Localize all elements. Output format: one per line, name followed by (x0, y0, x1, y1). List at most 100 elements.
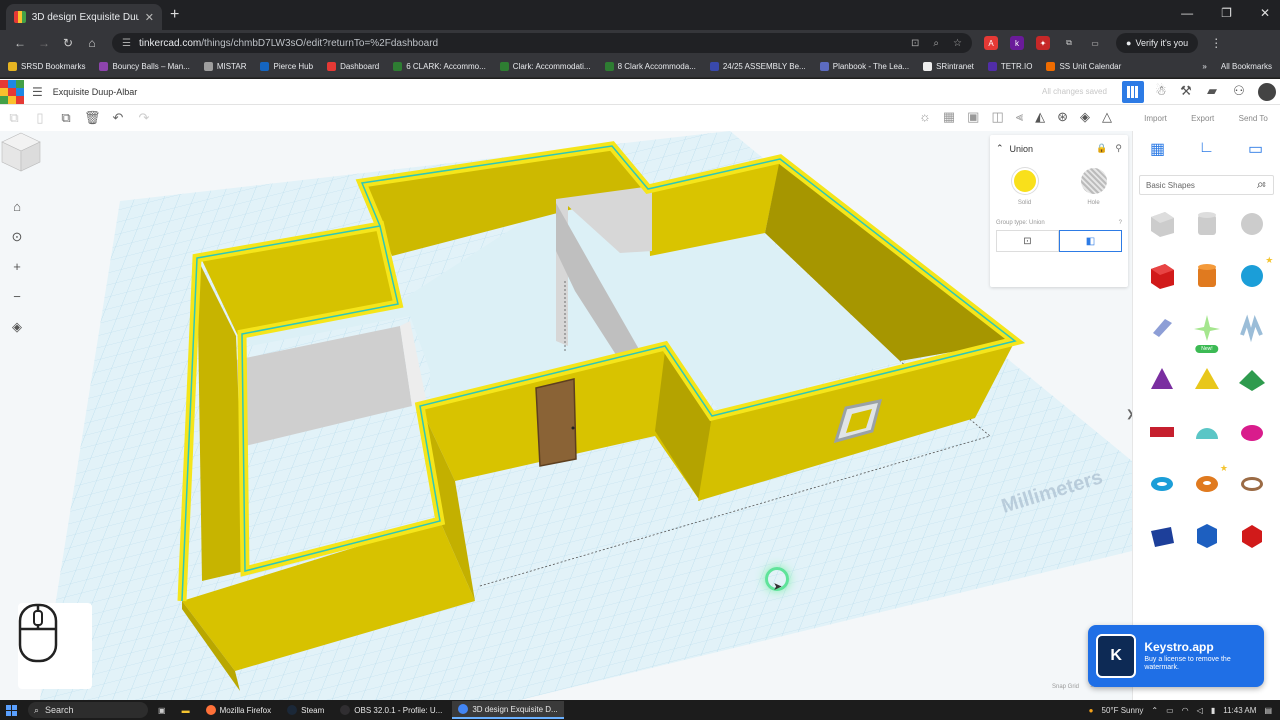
mirror-icon[interactable]: ◭ (1035, 109, 1045, 125)
shape-paraboloid[interactable] (1237, 417, 1267, 447)
tinkercad-logo[interactable] (0, 79, 24, 104)
home-view-icon[interactable]: ⌂ (8, 199, 26, 215)
send-to-button[interactable]: Send To (1239, 114, 1268, 123)
zoom-out-icon[interactable]: − (8, 289, 26, 305)
taskbar-app[interactable]: 3D design Exquisite D... (452, 701, 564, 719)
bookmarks-chevron-icon[interactable]: » (1202, 62, 1206, 71)
all-bookmarks-folder[interactable]: All Bookmarks (1221, 62, 1272, 71)
copy-icon[interactable]: ⧉ (6, 110, 22, 126)
bookmark-item[interactable]: Dashboard (327, 62, 379, 71)
weather-text[interactable]: 50°F Sunny (1102, 706, 1144, 715)
hole-option[interactable]: Hole (1080, 168, 1107, 206)
extensions-puzzle-icon[interactable]: ⧉ (1062, 36, 1076, 50)
extension-abp-icon[interactable]: A (984, 36, 998, 50)
group-type-merge-button[interactable]: ⊡ (996, 230, 1059, 252)
design-menu-icon[interactable]: ☰ (32, 85, 43, 99)
cast-icon[interactable]: ▭ (1088, 36, 1102, 50)
shape-text[interactable] (1237, 313, 1267, 343)
keystro-watermark[interactable]: K Keystro.app Buy a license to remove th… (1088, 625, 1264, 687)
shape-new[interactable]: New! (1192, 313, 1222, 353)
shape-torus[interactable] (1147, 469, 1177, 499)
view-cube[interactable] (0, 131, 42, 173)
zoom-icon[interactable]: ⌕ (933, 38, 939, 49)
shape-icosahedron[interactable] (1237, 521, 1267, 551)
site-info-icon[interactable]: ☰ (122, 38, 131, 49)
network-icon[interactable]: ▭ (1166, 706, 1174, 715)
export-button[interactable]: Export (1191, 114, 1214, 123)
shape-wedge[interactable] (1147, 521, 1177, 551)
close-window-icon[interactable]: ✕ (1260, 6, 1270, 20)
blocks-icon[interactable]: ⚒ (1177, 83, 1195, 101)
shape-box[interactable] (1147, 261, 1177, 291)
zoom-in-icon[interactable]: + (8, 259, 26, 275)
import-button[interactable]: Import (1144, 114, 1167, 123)
battery-icon[interactable]: ▮ (1211, 706, 1215, 715)
forward-icon[interactable]: → (32, 36, 56, 50)
collapse-chevron-icon[interactable]: ⌃ (996, 143, 1004, 154)
align-icon[interactable]: ⫷ (1016, 109, 1023, 125)
shape-cone[interactable] (1147, 365, 1177, 395)
shape-category-select[interactable]: Basic Shapes ⇕ (1139, 175, 1274, 195)
shape-sphere-hole[interactable] (1237, 209, 1267, 239)
duplicate-icon[interactable]: ⧉ (58, 110, 74, 126)
hole-swatch[interactable] (1080, 168, 1107, 194)
wifi-icon[interactable]: ◠ (1182, 706, 1189, 715)
bookmark-item[interactable]: 6 CLARK: Accommo... (393, 62, 486, 71)
fit-view-icon[interactable]: ⊙ (8, 229, 26, 245)
taskbar-search[interactable]: ⌕ Search (28, 702, 148, 718)
paint-icon[interactable]: ◈ (1080, 109, 1090, 125)
workplane-viewport[interactable]: ⌂ ⊙ + − ◈ ⌃ Union 🔒 ⚲ Solid Hole Group t… (0, 131, 1132, 700)
cruise-icon[interactable]: ⊛ (1057, 109, 1068, 125)
bookmark-item[interactable]: SRSD Bookmarks (8, 62, 85, 71)
file-explorer-icon[interactable]: ▬ (176, 701, 196, 719)
undo-icon[interactable]: ↶ (110, 110, 126, 126)
notes-icon[interactable]: ▭ (1245, 139, 1267, 161)
clock[interactable]: 11:43 AM (1223, 706, 1256, 715)
shape-pyramid[interactable] (1192, 365, 1222, 395)
delete-icon[interactable]: 🗑 (84, 110, 101, 126)
ruler-icon[interactable]: △ (1102, 109, 1112, 125)
help-icon[interactable]: ? (1119, 220, 1122, 226)
install-app-icon[interactable]: ⊡ (911, 38, 919, 49)
shape-donut[interactable]: ★ (1192, 463, 1228, 499)
bookmark-star-icon[interactable]: ☆ (953, 38, 962, 49)
sim-lab-icon[interactable]: ☃ (1152, 83, 1170, 101)
group-type-union-button[interactable]: ◧ (1059, 230, 1122, 252)
notifications-icon[interactable]: ▤ (1264, 706, 1272, 715)
bookmark-item[interactable]: Planbook - The Lea... (819, 62, 909, 71)
bookmark-item[interactable]: MISTAR (203, 62, 246, 71)
browser-menu-icon[interactable]: ⋮ (1204, 36, 1228, 50)
bookmark-item[interactable]: 8 Clark Accommoda... (604, 62, 696, 71)
3d-view-button[interactable] (1122, 81, 1144, 103)
taskbar-app[interactable]: OBS 32.0.1 - Profile: U... (334, 701, 448, 719)
design-title[interactable]: Exquisite Duup-Albar (53, 87, 138, 97)
note-icon[interactable]: ▦ (943, 109, 955, 125)
volume-icon[interactable]: ◁ (1197, 706, 1203, 715)
add-user-icon[interactable]: ⚇ (1230, 83, 1248, 101)
extension-red-icon[interactable]: ✦ (1036, 36, 1050, 50)
solid-option[interactable]: Solid (1011, 168, 1038, 206)
redo-icon[interactable]: ↷ (136, 110, 152, 126)
shape-roof[interactable] (1237, 365, 1267, 395)
bookmark-item[interactable]: TETR.IO (987, 62, 1032, 71)
bookmark-item[interactable]: SS Unit Calendar (1046, 62, 1121, 71)
shape-sphere[interactable]: ★ (1237, 255, 1273, 291)
bookmark-item[interactable]: SRintranet (923, 62, 974, 71)
shape-box-hole[interactable] (1147, 209, 1177, 239)
user-avatar[interactable] (1256, 81, 1278, 103)
close-tab-icon[interactable]: ✕ (145, 11, 154, 24)
reload-icon[interactable]: ↻ (56, 36, 80, 50)
bookmark-item[interactable]: Bouncy Balls – Man... (99, 62, 190, 71)
shape-text-red[interactable] (1147, 417, 1177, 447)
perspective-icon[interactable]: ◈ (8, 319, 26, 335)
shape-cylinder[interactable] (1192, 261, 1222, 291)
tray-chevron-icon[interactable]: ⌃ (1151, 706, 1158, 715)
bookmark-item[interactable]: Clark: Accommodati... (499, 62, 591, 71)
shape-search-icon[interactable]: ⌕ (1257, 177, 1264, 192)
workplane-icon[interactable]: ▦ (1147, 139, 1169, 161)
minimize-icon[interactable]: — (1181, 6, 1193, 20)
ruler-tool-icon[interactable]: ∟ (1196, 139, 1218, 161)
home-icon[interactable]: ⌂ (80, 36, 104, 50)
browser-tab-active[interactable]: 3D design Exquisite Duup-Alba ✕ (6, 4, 162, 30)
lock-icon[interactable]: 🔒 (1096, 143, 1107, 154)
